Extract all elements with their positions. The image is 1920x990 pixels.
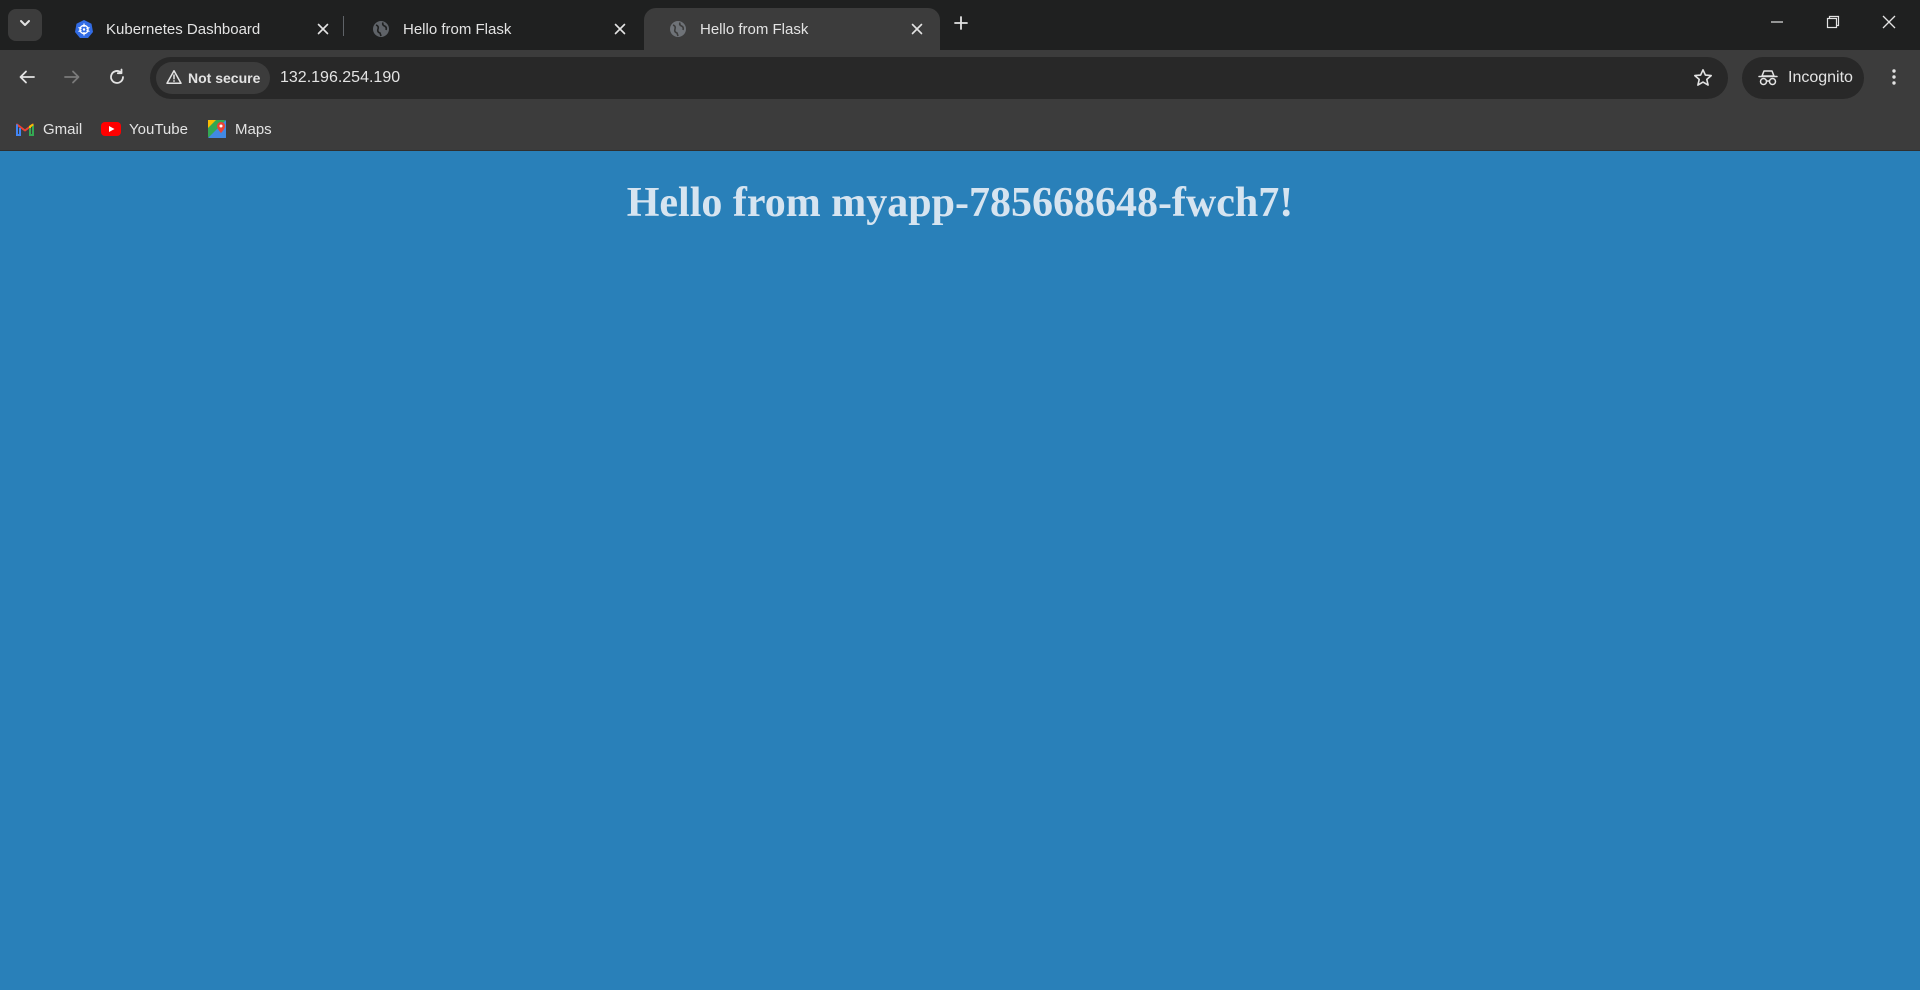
close-tab-icon[interactable]: [904, 16, 930, 42]
tab-strip: Kubernetes Dashboard Hello from Flask He…: [0, 0, 1920, 50]
youtube-icon: [101, 121, 121, 137]
close-icon: [1882, 15, 1896, 34]
bookmark-gmail[interactable]: Gmail: [9, 115, 88, 143]
url-text[interactable]: 132.196.254.190: [280, 57, 400, 99]
tab-hello-from-flask-active[interactable]: Hello from Flask: [644, 8, 940, 50]
profile-label: Incognito: [1788, 69, 1853, 86]
close-tab-icon[interactable]: [607, 16, 633, 42]
plus-icon: [953, 15, 969, 36]
minimize-button[interactable]: [1749, 0, 1805, 48]
chevron-down-icon: [18, 16, 32, 35]
minimize-icon: [1770, 15, 1784, 34]
tab-title: Kubernetes Dashboard: [106, 20, 261, 38]
security-chip[interactable]: Not secure: [156, 62, 271, 94]
tab-separator: [343, 16, 344, 36]
tab-title: Hello from Flask: [403, 20, 512, 38]
close-tab-icon[interactable]: [310, 16, 336, 42]
warning-icon: [166, 69, 182, 88]
reload-button[interactable]: [99, 61, 135, 97]
bookmark-label: Maps: [235, 120, 272, 138]
close-window-button[interactable]: [1861, 0, 1917, 48]
incognito-profile-button[interactable]: Incognito: [1742, 57, 1864, 99]
restore-icon: [1826, 15, 1840, 34]
bookmark-label: Gmail: [43, 120, 83, 138]
bookmark-star-icon[interactable]: [1692, 67, 1714, 89]
browser-toolbar: Not secure 132.196.254.190 Incognito: [0, 50, 1920, 108]
globe-icon: [668, 19, 688, 39]
tab-search-button[interactable]: [8, 9, 42, 41]
kubernetes-icon: [74, 19, 94, 39]
bookmarks-bar: Gmail YouTube Maps: [0, 108, 1920, 151]
more-vertical-icon: [1891, 68, 1897, 91]
page-content: Hello from myapp-785668648-fwch7!: [0, 151, 1920, 990]
restore-button[interactable]: [1805, 0, 1861, 48]
forward-button[interactable]: [54, 61, 90, 97]
tab-title: Hello from Flask: [700, 20, 809, 38]
page-heading: Hello from myapp-785668648-fwch7!: [626, 180, 1294, 226]
arrow-right-icon: [63, 68, 81, 91]
back-button[interactable]: [9, 61, 45, 97]
tab-kubernetes-dashboard[interactable]: Kubernetes Dashboard: [50, 8, 346, 50]
security-label: Not secure: [188, 70, 261, 86]
bookmark-label: YouTube: [129, 120, 188, 138]
arrow-left-icon: [18, 68, 36, 91]
gmail-icon: [15, 121, 35, 137]
browser-menu-button[interactable]: [1876, 61, 1912, 97]
new-tab-button[interactable]: [946, 10, 976, 40]
bookmark-maps[interactable]: Maps: [201, 115, 278, 143]
tab-hello-from-flask-1[interactable]: Hello from Flask: [347, 8, 643, 50]
globe-icon: [371, 19, 391, 39]
address-bar[interactable]: Not secure 132.196.254.190: [150, 57, 1728, 99]
maps-icon: [207, 120, 227, 138]
reload-icon: [108, 68, 126, 91]
bookmark-youtube[interactable]: YouTube: [95, 115, 194, 143]
incognito-icon: [1758, 69, 1778, 87]
